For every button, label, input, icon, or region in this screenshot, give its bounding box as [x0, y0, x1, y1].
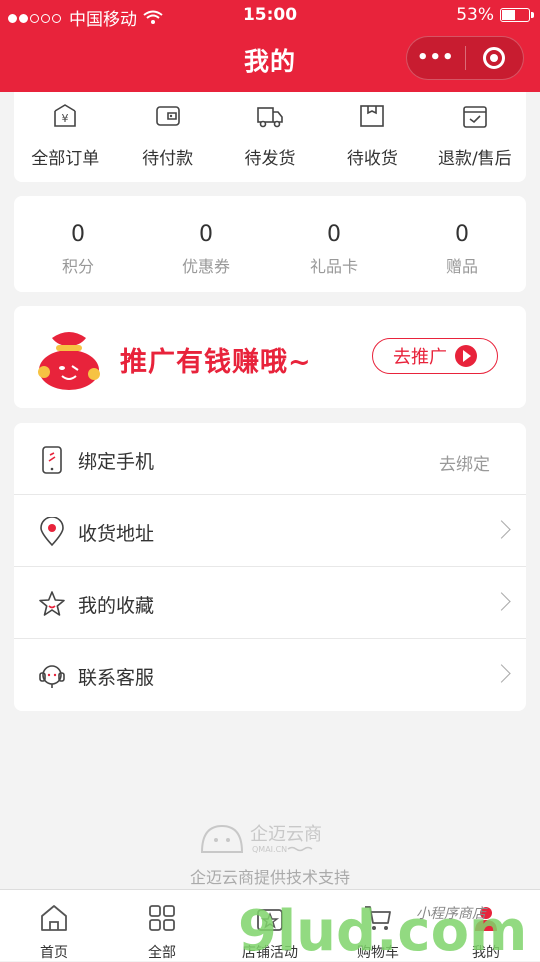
phone-icon	[42, 446, 62, 474]
asset-gifts-label: 赠品	[445, 257, 478, 276]
tab-mine[interactable]: 我的	[432, 890, 540, 961]
order-refund-label: 退款/售后	[437, 149, 512, 169]
brand-logo: 企迈云商 QMAI.CN	[200, 824, 322, 854]
chevron-right-icon	[492, 592, 511, 611]
promote-button[interactable]: 去推广	[372, 338, 498, 374]
more-dots-icon: •••	[416, 47, 455, 68]
store-activity-icon	[257, 909, 283, 931]
tab-home-label: 首页	[40, 945, 68, 961]
bind-phone-action[interactable]: 去绑定	[439, 450, 490, 475]
asset-gifts[interactable]: 0 赠品	[398, 196, 526, 292]
svg-text:¥: ¥	[62, 112, 69, 125]
list-item-bind-phone[interactable]: 绑定手机 去绑定	[14, 423, 526, 495]
chevron-right-icon	[492, 520, 511, 539]
order-all-label: 全部订单	[31, 149, 100, 169]
battery-percent: 53%	[456, 5, 494, 25]
wallet-icon	[155, 106, 180, 126]
more-button[interactable]: •••	[407, 37, 465, 79]
list-item-bind-phone-label: 绑定手机	[78, 451, 155, 473]
top-bar: 中国移动 15:00 53% 我的 •••	[0, 0, 540, 92]
truck-icon	[257, 107, 283, 128]
tech-support-text: 企迈云商提供技术支持	[189, 868, 350, 887]
order-pending-payment-label: 待付款	[142, 149, 194, 169]
order-pending-shipment[interactable]: 待发货	[219, 92, 321, 182]
chevron-right-icon	[492, 664, 511, 683]
order-all[interactable]: ¥ 全部订单	[14, 92, 116, 182]
battery-icon	[500, 8, 534, 22]
close-miniprogram-button[interactable]	[466, 37, 524, 79]
brand-logo-text: 企迈云商	[250, 824, 322, 845]
order-pending-payment[interactable]: 待付款	[116, 92, 218, 182]
asset-gift-cards-label: 礼品卡	[309, 257, 358, 276]
cart-icon	[365, 906, 391, 930]
play-icon	[455, 345, 477, 367]
tab-bar: 首页 全部 店铺活动 购物车 我的	[0, 889, 540, 961]
status-bar: 中国移动 15:00 53%	[0, 0, 540, 30]
tab-cart-label: 购物车	[357, 945, 399, 961]
money-bag-icon	[38, 332, 100, 390]
list-item-address[interactable]: 收货地址	[14, 495, 526, 567]
location-pin-icon	[40, 517, 64, 547]
order-pending-receipt[interactable]: 待收货	[321, 92, 423, 182]
assets-card: 0 积分 0 优惠券 0 礼品卡 0 赠品	[14, 196, 526, 292]
grid-icon	[149, 905, 175, 931]
asset-coupons[interactable]: 0 优惠券	[142, 196, 270, 292]
promo-banner: 推广有钱赚哦~ 去推广	[14, 306, 526, 408]
headset-icon	[39, 665, 65, 688]
asset-points-label: 积分	[61, 257, 94, 276]
order-refund[interactable]: 退款/售后	[424, 92, 526, 182]
tab-mine-label: 我的	[472, 945, 500, 961]
asset-gifts-value: 0	[455, 222, 469, 247]
list-item-address-label: 收货地址	[78, 523, 155, 545]
settings-list: 绑定手机 去绑定 收货地址 我的收藏 联系客服	[14, 423, 526, 711]
asset-gift-cards[interactable]: 0 礼品卡	[270, 196, 398, 292]
user-icon	[475, 907, 497, 931]
asset-points-value: 0	[71, 222, 85, 247]
home-icon	[41, 905, 67, 931]
list-item-customer-service[interactable]: 联系客服	[14, 639, 526, 711]
list-item-favorites-label: 我的收藏	[78, 595, 155, 617]
asset-coupons-label: 优惠券	[181, 257, 230, 276]
tab-cart[interactable]: 购物车	[324, 890, 432, 961]
promo-text: 推广有钱赚哦~	[120, 347, 312, 378]
tab-store-activity-label: 店铺活动	[242, 945, 298, 961]
asset-points[interactable]: 0 积分	[14, 196, 142, 292]
asset-coupons-value: 0	[199, 222, 213, 247]
orders-card: ¥ 全部订单 待付款 待发货 待收货 退款/售后	[14, 92, 526, 182]
star-icon	[39, 591, 65, 616]
promote-button-label: 去推广	[393, 347, 447, 368]
tab-all[interactable]: 全部	[108, 890, 216, 961]
list-item-customer-service-label: 联系客服	[78, 667, 155, 689]
tab-store-activity[interactable]: 店铺活动	[216, 890, 324, 961]
calendar-check-icon	[463, 106, 487, 128]
tab-all-label: 全部	[148, 945, 176, 961]
asset-gift-cards-value: 0	[327, 222, 341, 247]
miniprogram-capsule: •••	[406, 36, 524, 80]
tab-home[interactable]: 首页	[0, 890, 108, 961]
order-pending-receipt-label: 待收货	[346, 149, 398, 169]
list-item-favorites[interactable]: 我的收藏	[14, 567, 526, 639]
brand-logo-subtext: QMAI.CN	[252, 845, 287, 854]
yen-icon: ¥	[54, 104, 77, 127]
target-icon	[483, 47, 506, 69]
box-icon	[360, 105, 385, 127]
order-pending-shipment-label: 待发货	[244, 149, 296, 169]
